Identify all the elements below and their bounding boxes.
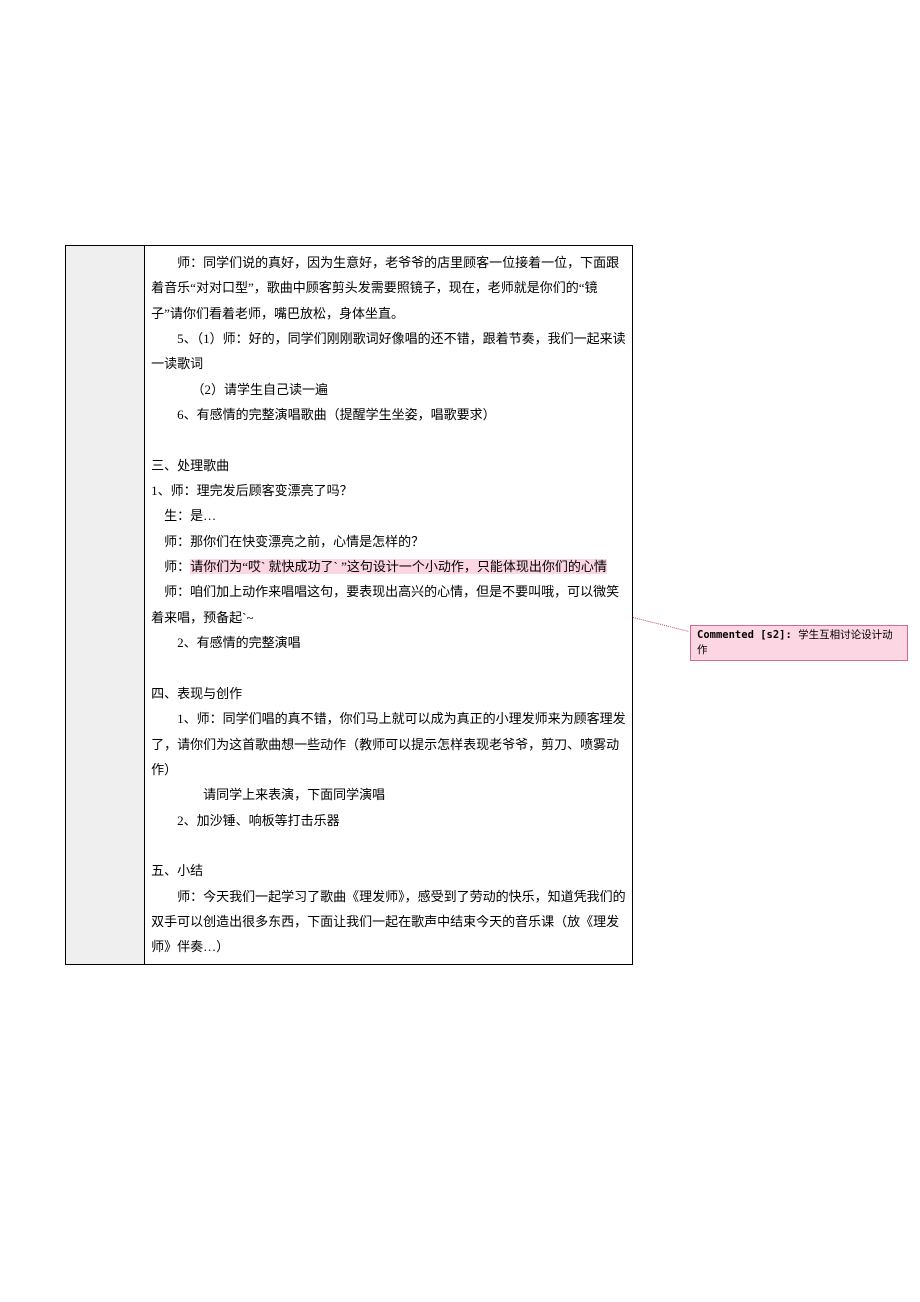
- paragraph: 师：咱们加上动作来唱唱这句，要表现出高兴的心情，但是不要叫哦，可以微笑着来唱，预…: [151, 579, 626, 630]
- table-left-cell: [66, 246, 145, 965]
- paragraph: 师：那你们在快变漂亮之前，心情是怎样的？: [151, 529, 626, 554]
- paragraph: 生：是…: [151, 503, 626, 528]
- paragraph: 请同学上来表演，下面同学演唱: [151, 782, 626, 807]
- speaker-prefix: 师：: [164, 559, 190, 574]
- paragraph: 2、有感情的完整演唱: [151, 630, 626, 655]
- section-heading: 三、处理歌曲: [151, 453, 626, 478]
- paragraph: 师：同学们说的真好，因为生意好，老爷爷的店里顾客一位接着一位，下面跟着音乐“对对…: [151, 250, 626, 326]
- comment-label: Commented [s2]:: [697, 629, 798, 641]
- paragraph: 6、有感情的完整演唱歌曲（提醒学生坐姿，唱歌要求）: [151, 402, 626, 427]
- paragraph: 1、师：理完发后顾客变漂亮了吗？: [151, 478, 626, 503]
- table-content-cell: 师：同学们说的真好，因为生意好，老爷爷的店里顾客一位接着一位，下面跟着音乐“对对…: [145, 246, 633, 965]
- section-heading: 四、表现与创作: [151, 681, 626, 706]
- paragraph: 2、加沙锤、响板等打击乐器: [151, 808, 626, 833]
- paragraph: （2）请学生自己读一遍: [151, 377, 626, 402]
- paragraph: 师：今天我们一起学习了歌曲《理发师》，感受到了劳动的快乐，知道凭我们的双手可以创…: [151, 884, 626, 960]
- blank-line: [151, 833, 626, 858]
- paragraph-with-highlight: 师：请你们为“哎` 就快成功了` ”这句设计一个小动作，只能体现出你们的心情: [151, 554, 626, 579]
- paragraph: 1、师：同学们唱的真不错，你们马上就可以成为真正的小理发师来为顾客理发了，请你们…: [151, 706, 626, 782]
- section-heading: 五、小结: [151, 858, 626, 883]
- page: 师：同学们说的真好，因为生意好，老爷爷的店里顾客一位接着一位，下面跟着音乐“对对…: [0, 0, 920, 1302]
- blank-line: [151, 656, 626, 681]
- comment-connector-line: [633, 617, 689, 632]
- paragraph: 5、（1）师：好的，同学们刚刚歌词好像唱的还不错，跟着节奏，我们一起来读一读歌词: [151, 326, 626, 377]
- blank-line: [151, 427, 626, 452]
- highlighted-text: 请你们为“哎` 就快成功了` ”这句设计一个小动作，只能体现出你们的心情: [190, 559, 607, 574]
- comment-balloon[interactable]: Commented [s2]: 学生互相讨论设计动作: [690, 625, 908, 661]
- document-table: 师：同学们说的真好，因为生意好，老爷爷的店里顾客一位接着一位，下面跟着音乐“对对…: [65, 245, 633, 965]
